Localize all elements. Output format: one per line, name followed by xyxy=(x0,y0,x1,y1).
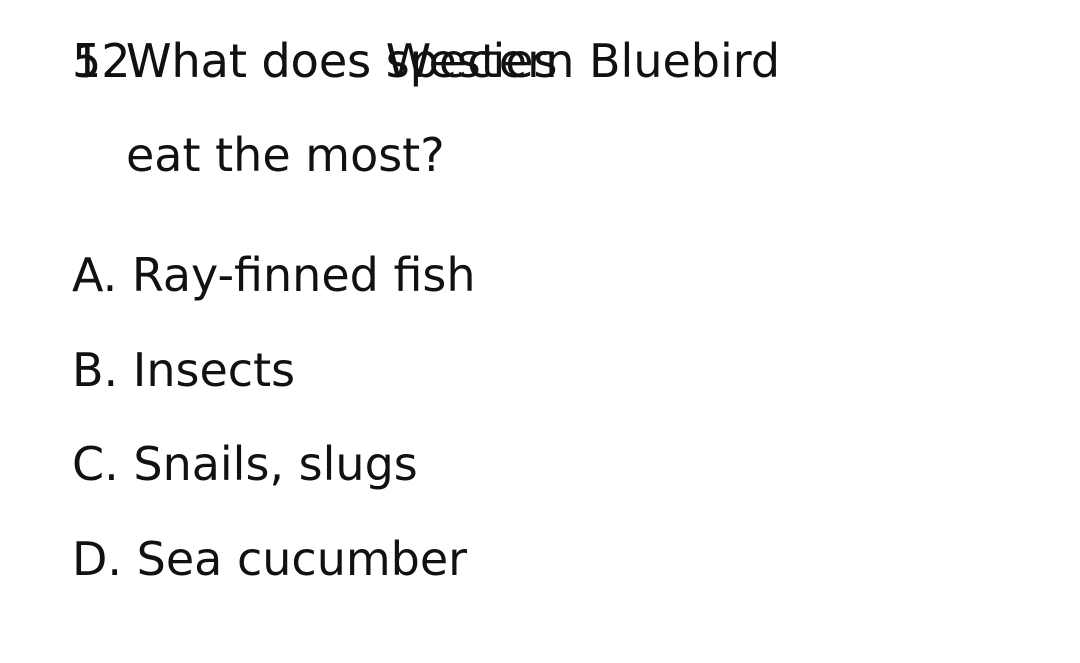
overlapping-question-number: 5. xyxy=(72,34,116,88)
answer-option-c[interactable]: C. Snails, slugs xyxy=(72,441,418,487)
question-title-line-two: eat the most? xyxy=(126,132,445,178)
question-text-line-two: eat the most? xyxy=(126,128,445,182)
overlapping-question-title: 5. What does species xyxy=(72,38,558,84)
answer-option-d[interactable]: D. Sea cucumber xyxy=(72,536,467,582)
answer-option-a[interactable]: A. Ray-finned fish xyxy=(72,252,476,298)
quiz-question-card: 12.What does Western Bluebird 5. What doe… xyxy=(0,0,1080,663)
overlapping-question-text: What does species xyxy=(126,34,558,88)
answer-option-b[interactable]: B. Insects xyxy=(72,347,295,393)
